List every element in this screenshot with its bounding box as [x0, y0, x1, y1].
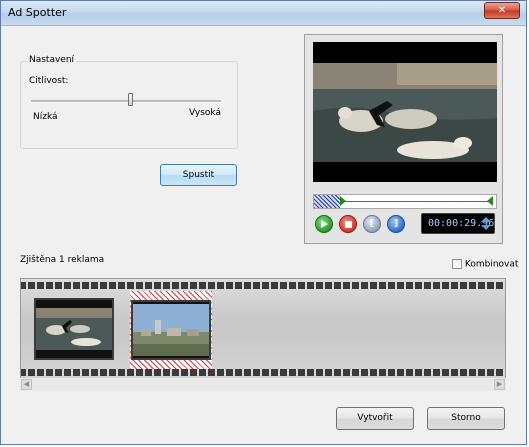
- filmstrip-panel: [20, 278, 506, 379]
- cancel-button[interactable]: Storno: [427, 407, 505, 430]
- thumbnail-2-image: [133, 302, 209, 358]
- play-icon: [321, 220, 328, 228]
- scroll-right-icon[interactable]: ▶: [494, 379, 505, 390]
- mark-out-marker[interactable]: [487, 196, 493, 206]
- mark-out-button[interactable]: ]: [387, 215, 405, 233]
- mark-in-button[interactable]: [: [363, 215, 381, 233]
- close-button[interactable]: ✕: [484, 2, 520, 19]
- play-button[interactable]: [315, 215, 333, 233]
- combine-checkbox-label: Kombinovat: [464, 259, 519, 270]
- timecode-display[interactable]: 00:00:29.96: [421, 213, 495, 234]
- video-screen[interactable]: [313, 42, 497, 182]
- start-button[interactable]: Spustit: [160, 164, 237, 186]
- combine-checkbox-box[interactable]: [452, 259, 462, 269]
- sensitivity-slider-thumb[interactable]: [127, 93, 133, 106]
- settings-group: Nastavení Citlivost: Nízká Vysoká: [20, 55, 238, 149]
- seek-selection: [314, 195, 340, 208]
- stop-icon: [344, 221, 352, 228]
- film-perforation-bottom: [21, 369, 505, 376]
- sensitivity-low-label: Nízká: [33, 112, 58, 122]
- mark-in-icon: [: [369, 219, 375, 229]
- filmstrip-thumbnail-2[interactable]: [131, 300, 211, 360]
- ad-spotter-window: Ad Spotter ✕ Nastavení Citlivost: Nízká …: [0, 0, 527, 445]
- filmstrip-scrollbar[interactable]: ◀ ▶: [20, 378, 506, 391]
- sensitivity-label: Citlivost:: [29, 76, 69, 86]
- timecode-spinner-icon[interactable]: [480, 216, 492, 231]
- thumbnail-1-image: [36, 300, 112, 358]
- stop-button[interactable]: [339, 215, 357, 233]
- filmstrip-thumbnail-1[interactable]: [34, 298, 114, 360]
- window-title: Ad Spotter: [8, 6, 67, 19]
- sensitivity-slider-track[interactable]: [31, 100, 221, 103]
- timeline-seekbar[interactable]: [313, 194, 497, 209]
- sensitivity-high-label: Vysoká: [188, 108, 221, 118]
- combine-checkbox[interactable]: Kombinovat: [452, 259, 528, 273]
- title-bar: Ad Spotter ✕: [1, 1, 526, 26]
- mark-out-icon: ]: [393, 219, 399, 229]
- video-preview-panel: [ ] 00:00:29.96: [304, 34, 503, 244]
- filmstrip-background: [21, 279, 505, 378]
- video-frame-polar-bears: [313, 63, 497, 162]
- create-button[interactable]: Vytvořit: [336, 407, 414, 430]
- seek-line: [344, 201, 488, 202]
- detected-ads-label: Zjištěna 1 reklama: [20, 255, 105, 265]
- film-perforation-top: [21, 282, 505, 289]
- scroll-left-icon[interactable]: ◀: [21, 379, 32, 390]
- settings-group-label: Nastavení: [27, 55, 77, 65]
